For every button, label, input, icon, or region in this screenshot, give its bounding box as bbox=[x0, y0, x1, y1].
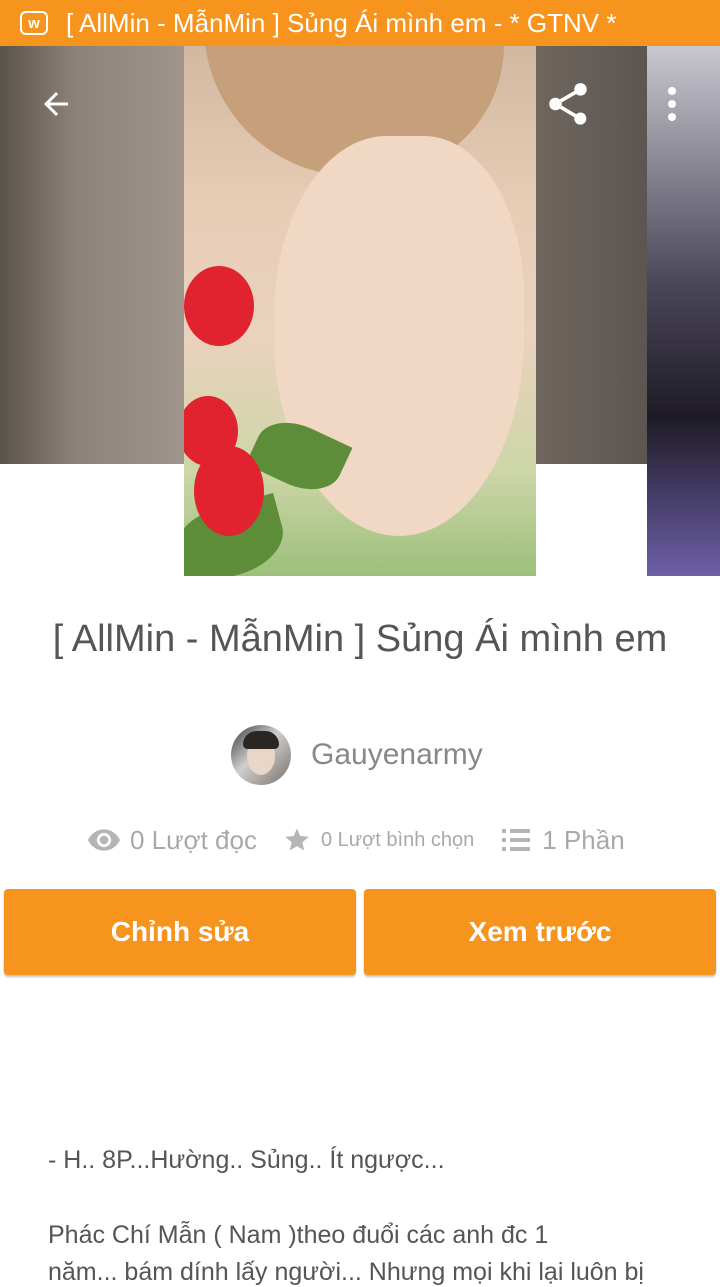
notification-title: [ AllMin - MẫnMin ] Sủng Ái mình em - * … bbox=[66, 7, 617, 38]
story-title: [ AllMin - MẫnMin ] Sủng Ái mình em bbox=[52, 618, 668, 660]
reads-stat: 0 Lượt đọc bbox=[88, 825, 257, 856]
description-line: Phác Chí Mẫn ( Nam )theo đuổi các anh đc… bbox=[48, 1221, 549, 1249]
author-row[interactable]: Gauyenarmy bbox=[231, 725, 483, 785]
description-line: - H.. 8P...Hường.. Sủng.. Ít ngược... bbox=[48, 1146, 445, 1174]
list-icon bbox=[502, 829, 531, 851]
cover-flower bbox=[194, 446, 264, 536]
description-line: năm... bám dính lấy người... Nhưng mọi k… bbox=[48, 1258, 644, 1286]
preview-button[interactable]: Xem trước bbox=[364, 889, 716, 975]
avatar[interactable] bbox=[231, 725, 291, 785]
share-button[interactable] bbox=[540, 76, 596, 132]
cover-carousel[interactable] bbox=[0, 46, 720, 576]
notification-bar: w [ AllMin - MẫnMin ] Sủng Ái mình em - … bbox=[0, 0, 720, 46]
reads-count: 0 Lượt đọc bbox=[130, 824, 257, 855]
back-button[interactable] bbox=[28, 82, 84, 126]
arrow-left-icon bbox=[44, 92, 68, 116]
wattpad-icon: w bbox=[20, 11, 48, 35]
star-icon bbox=[285, 828, 309, 851]
story-description: - H.. 8P...Hường.. Sủng.. Ít ngược... Ph… bbox=[48, 1146, 688, 1287]
more-options-button[interactable] bbox=[652, 82, 692, 126]
cover-flower bbox=[184, 266, 254, 346]
eye-icon bbox=[88, 829, 120, 851]
edit-button[interactable]: Chỉnh sửa bbox=[4, 889, 356, 975]
parts-count: 1 Phần bbox=[542, 824, 625, 855]
votes-stat: 0 Lượt bình chọn bbox=[283, 826, 474, 854]
avatar-hair bbox=[243, 731, 279, 749]
story-stats: 0 Lượt đọc 0 Lượt bình chọn 1 Phần bbox=[88, 818, 625, 862]
more-vertical-icon bbox=[668, 87, 676, 121]
share-icon bbox=[549, 83, 587, 125]
story-cover-image[interactable] bbox=[184, 46, 536, 576]
author-name[interactable]: Gauyenarmy bbox=[311, 738, 483, 772]
parts-stat: 1 Phần bbox=[502, 824, 625, 856]
votes-count: 0 Lượt bình chọn bbox=[320, 828, 475, 851]
